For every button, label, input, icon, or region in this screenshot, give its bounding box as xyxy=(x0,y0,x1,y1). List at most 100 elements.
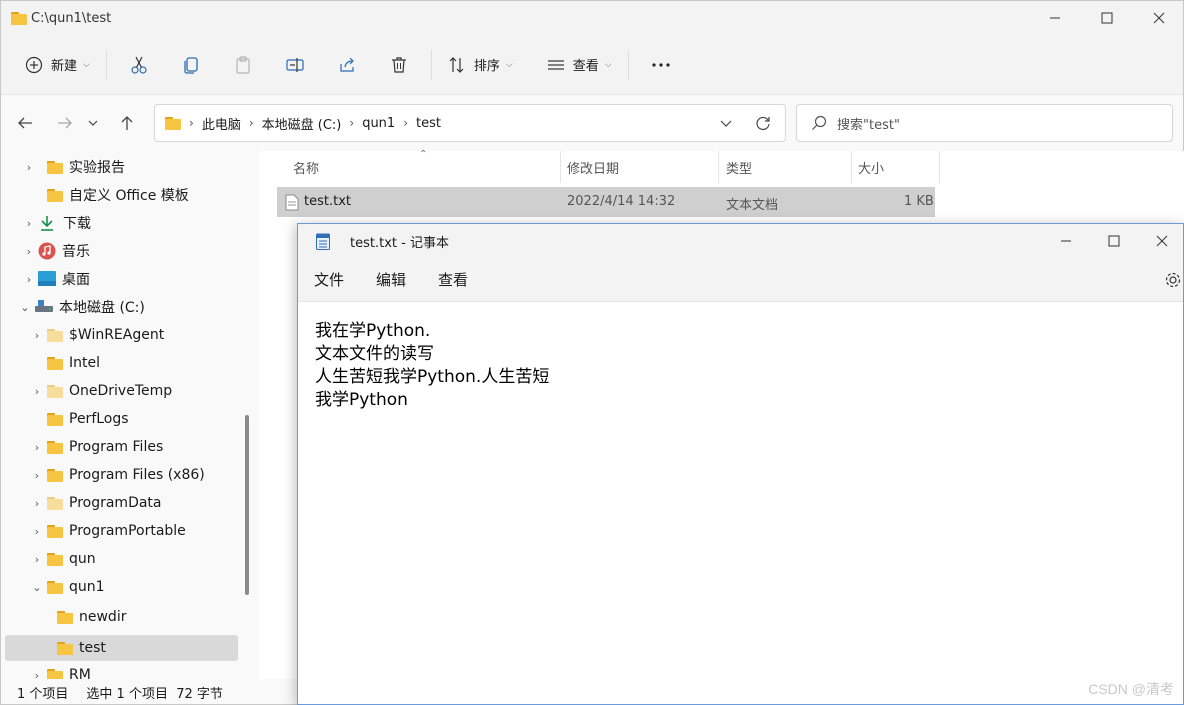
breadcrumb-test[interactable]: test xyxy=(416,116,441,131)
chevron-right-icon: › xyxy=(349,116,355,130)
copy-button[interactable] xyxy=(165,45,217,85)
column-header-name[interactable]: 名称 xyxy=(285,151,561,183)
tree-item-label: PerfLogs xyxy=(69,411,129,427)
tree-item-local-disk-c[interactable]: ⌄ 本地磁盘 (C:) xyxy=(17,293,145,321)
forward-button[interactable] xyxy=(48,106,82,140)
search-input[interactable]: 搜索"test" xyxy=(837,114,900,133)
notepad-close-button[interactable] xyxy=(1138,224,1184,258)
rename-button[interactable] xyxy=(269,45,321,85)
chevron-right-icon: › xyxy=(34,384,40,398)
tree-item-label: 桌面 xyxy=(62,272,90,288)
file-type: 文本文档 xyxy=(726,198,779,213)
more-options-button[interactable] xyxy=(635,45,687,85)
maximize-icon xyxy=(1101,12,1113,24)
tree-item-label: newdir xyxy=(79,609,127,625)
notepad-minimize-button[interactable] xyxy=(1042,224,1090,258)
tree-item-downloads[interactable]: › 下载 xyxy=(21,209,91,237)
address-bar[interactable]: › 此电脑 › 本地磁盘 (C:) › qun1 › test xyxy=(154,104,786,142)
chevron-right-icon: › xyxy=(34,668,40,680)
folder-icon xyxy=(47,440,63,454)
tree-item-intel[interactable]: Intel xyxy=(29,349,100,377)
tree-item-desktop[interactable]: › 桌面 xyxy=(21,265,90,293)
tree-item-rm[interactable]: › RM xyxy=(29,661,91,679)
paste-icon xyxy=(236,55,250,74)
notepad-window-title: test.txt - 记事本 xyxy=(350,235,449,251)
drive-icon xyxy=(35,300,53,312)
status-bar: 1 个项目 选中 1 个项目 72 字节 xyxy=(1,679,301,705)
share-button[interactable] xyxy=(321,45,373,85)
notepad-maximize-button[interactable] xyxy=(1090,224,1138,258)
menu-edit[interactable]: 编辑 xyxy=(376,265,422,294)
breadcrumb-local-disk[interactable]: 本地磁盘 (C:) xyxy=(262,114,342,133)
chevron-right-icon: › xyxy=(403,116,409,130)
tree-item-qun1[interactable]: ⌄ qun1 xyxy=(29,573,105,601)
notepad-text-area[interactable]: 我在学Python. 文本文件的读写 人生苦短我学Python.人生苦短 我学P… xyxy=(315,320,549,412)
arrow-right-icon xyxy=(58,117,72,129)
view-button[interactable]: 查看 ⌵ xyxy=(537,45,622,85)
back-button[interactable] xyxy=(8,106,42,140)
file-size: 1 KB xyxy=(904,194,934,209)
tree-item-perflogs[interactable]: PerfLogs xyxy=(29,405,129,433)
sidebar-scrollbar[interactable] xyxy=(245,415,249,595)
folder-icon xyxy=(47,356,63,370)
tree-item-programdata[interactable]: › ProgramData xyxy=(29,489,162,517)
tree-item-winreagent[interactable]: › $WinREAgent xyxy=(29,321,164,349)
folder-icon xyxy=(47,496,63,510)
tree-item-programportable[interactable]: › ProgramPortable xyxy=(29,517,186,545)
column-header-modified[interactable]: 修改日期 xyxy=(559,151,719,183)
close-button[interactable] xyxy=(1133,1,1184,35)
sort-button-label: 排序 xyxy=(473,59,500,74)
menu-file[interactable]: 文件 xyxy=(314,265,360,294)
text-line: 我在学Python. xyxy=(315,321,431,341)
recent-locations-button[interactable] xyxy=(82,106,104,140)
folder-icon xyxy=(165,116,181,130)
paste-button[interactable] xyxy=(217,45,269,85)
notepad-menu-bar: 文件 编辑 查看 xyxy=(298,258,1183,302)
tree-item-program-files-x86[interactable]: › Program Files (x86) xyxy=(29,461,205,489)
minimize-button[interactable] xyxy=(1029,1,1081,35)
toolbar-divider xyxy=(105,49,107,80)
tree-item-qun[interactable]: › qun xyxy=(29,545,96,573)
close-icon xyxy=(1153,12,1165,24)
tree-item-music[interactable]: › 音乐 xyxy=(21,237,90,265)
tree-item-label: qun1 xyxy=(69,579,105,595)
delete-button[interactable] xyxy=(373,45,425,85)
chevron-down-icon: ⌵ xyxy=(604,59,612,70)
tree-item-newdir[interactable]: newdir xyxy=(55,603,126,631)
sort-button[interactable]: 排序 ⌵ xyxy=(438,45,523,85)
share-icon xyxy=(340,57,354,72)
tree-item-label: 自定义 Office 模板 xyxy=(69,188,189,204)
breadcrumb-this-pc[interactable]: 此电脑 xyxy=(202,114,241,133)
chevron-down-icon: ⌄ xyxy=(20,300,30,314)
file-row[interactable]: test.txt 2022/4/14 14:32 文本文档 1 KB xyxy=(277,187,935,217)
tree-item-program-files[interactable]: › Program Files xyxy=(29,433,163,461)
up-button[interactable] xyxy=(110,106,144,140)
folder-icon xyxy=(47,188,63,202)
tree-item-label: $WinREAgent xyxy=(69,327,165,343)
refresh-button[interactable] xyxy=(755,115,771,135)
chevron-down-icon: ⌄ xyxy=(32,580,42,594)
tree-item-label: 音乐 xyxy=(62,244,90,260)
column-header-size[interactable]: 大小 xyxy=(850,151,940,183)
text-file-icon xyxy=(285,194,299,211)
menu-view[interactable]: 查看 xyxy=(438,265,484,294)
maximize-button[interactable] xyxy=(1081,1,1133,35)
folder-icon xyxy=(57,641,73,655)
column-header-type[interactable]: 类型 xyxy=(718,151,852,183)
search-box[interactable]: 搜索"test" xyxy=(796,104,1173,142)
settings-button[interactable] xyxy=(1164,271,1182,293)
new-button[interactable]: 新建 ⌵ xyxy=(15,45,100,85)
chevron-right-icon: › xyxy=(26,272,32,286)
close-icon xyxy=(1156,235,1168,247)
address-dropdown-button[interactable] xyxy=(719,116,733,134)
tree-item-shiyanbaogao[interactable]: › 实验报告 xyxy=(21,153,125,181)
tree-item-test[interactable]: test xyxy=(55,634,106,662)
copy-icon xyxy=(184,56,198,74)
cut-button[interactable] xyxy=(113,45,165,85)
tree-item-onedrivetemp[interactable]: › OneDriveTemp xyxy=(29,377,172,405)
tree-item-office-templates[interactable]: 自定义 Office 模板 xyxy=(21,181,189,209)
tree-item-label: Intel xyxy=(69,355,100,371)
folder-icon xyxy=(47,328,63,342)
explorer-titlebar: C:\qun1\test xyxy=(1,1,1183,35)
breadcrumb-qun1[interactable]: qun1 xyxy=(362,116,395,131)
